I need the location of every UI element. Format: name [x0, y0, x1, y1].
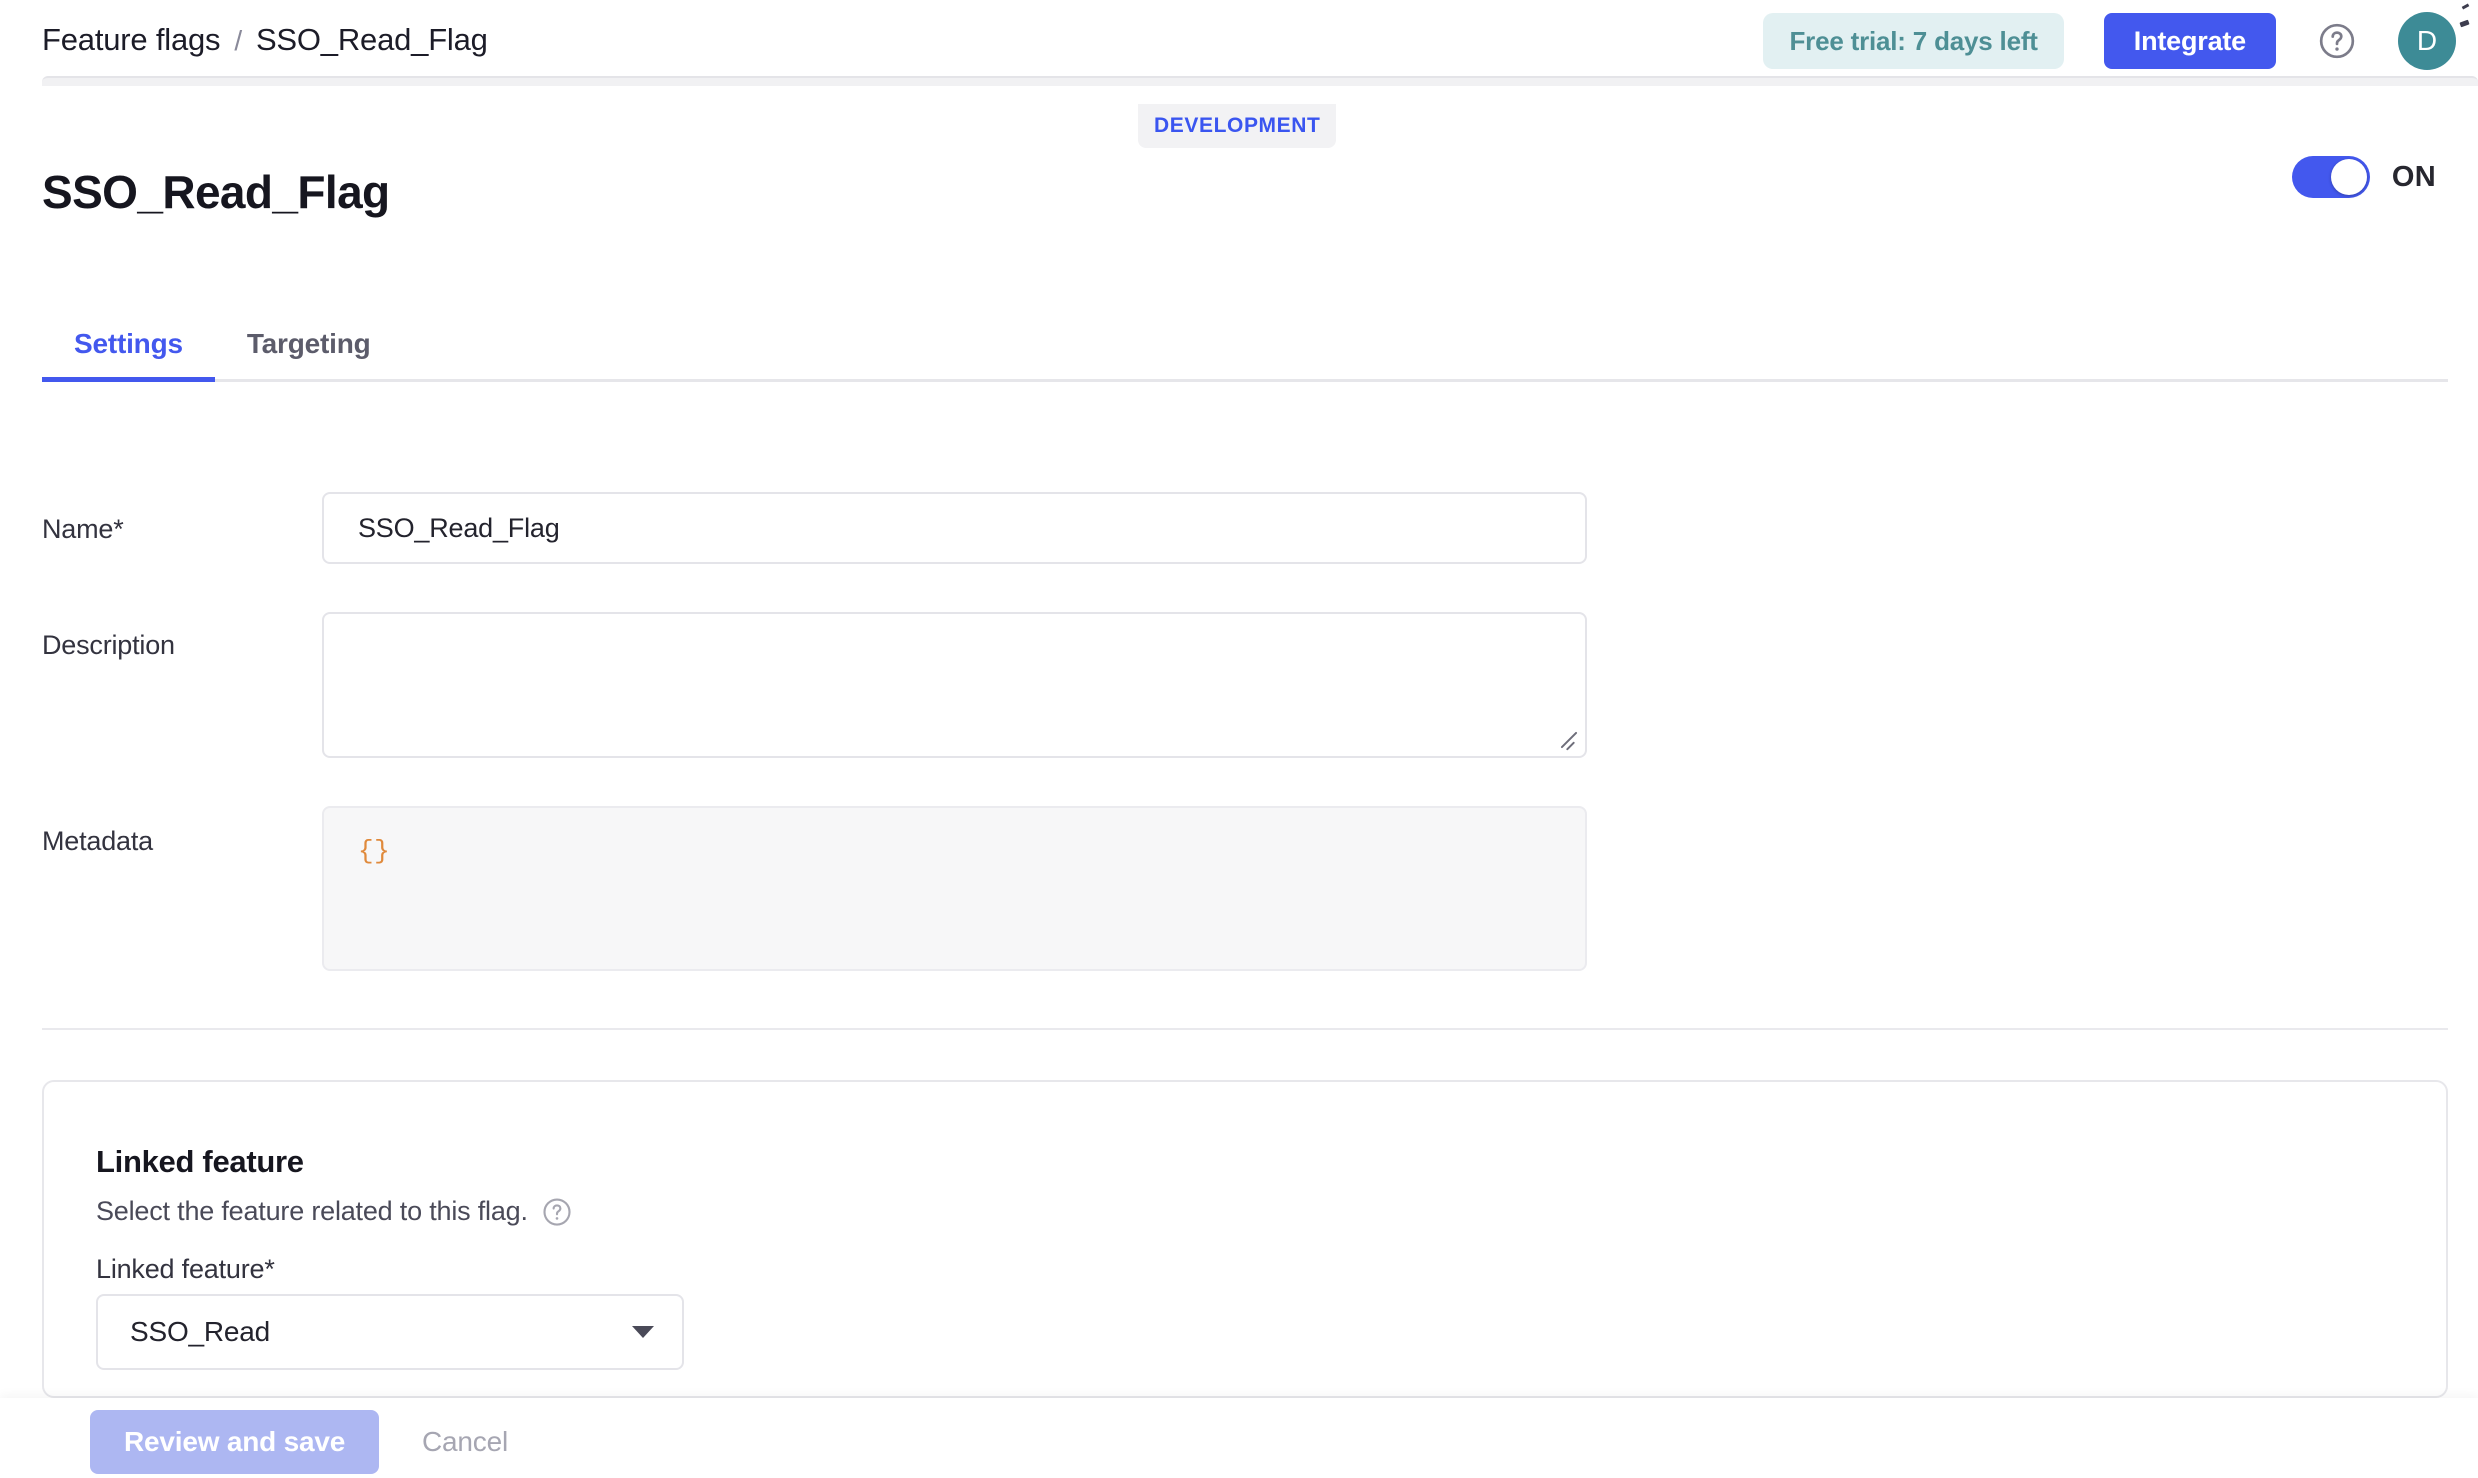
- tab-settings[interactable]: Settings: [42, 302, 215, 382]
- linked-feature-required-marker: *: [264, 1254, 275, 1284]
- toggle-knob: [2330, 159, 2367, 195]
- free-trial-badge[interactable]: Free trial: 7 days left: [1763, 13, 2064, 69]
- flag-enable-toggle[interactable]: [2291, 156, 2370, 198]
- header-actions: Free trial: 7 days left Integrate D: [1763, 12, 2456, 70]
- review-and-save-button[interactable]: Review and save: [90, 1410, 380, 1474]
- name-label-text: Name: [42, 514, 114, 544]
- page-title: SSO_Read_Flag: [42, 166, 390, 218]
- name-field-row: Name*: [42, 492, 2448, 564]
- breadcrumb-feature-flags-link[interactable]: Feature flags: [42, 22, 221, 58]
- name-required-marker: *: [113, 514, 124, 544]
- name-input[interactable]: [322, 492, 1587, 564]
- description-textarea[interactable]: [322, 612, 1587, 758]
- section-divider: [42, 1028, 2448, 1030]
- chevron-down-icon: [632, 1326, 654, 1338]
- metadata-field-row: Metadata {}: [42, 806, 2448, 971]
- breadcrumb-separator: /: [234, 25, 242, 56]
- cursor-edge-marker: [2456, 2, 2476, 36]
- integrate-button[interactable]: Integrate: [2103, 13, 2276, 69]
- metadata-value: {}: [358, 836, 391, 866]
- metadata-label: Metadata: [42, 826, 153, 856]
- top-header-bar: Feature flags / SSO_Read_Flag Free trial…: [0, 0, 2478, 80]
- linked-feature-field-label: Linked feature*: [96, 1254, 275, 1285]
- breadcrumb-current-flag: SSO_Read_Flag: [255, 22, 488, 57]
- linked-feature-help-icon[interactable]: [542, 1197, 572, 1227]
- linked-feature-field-label-text: Linked feature: [96, 1254, 265, 1284]
- feature-flag-settings-page: Feature flags / SSO_Read_Flag Free trial…: [0, 0, 2478, 1478]
- linked-feature-selected-value: SSO_Read: [130, 1316, 271, 1347]
- tab-targeting[interactable]: Targeting: [215, 302, 403, 379]
- breadcrumb: Feature flags / SSO_Read_Flag: [42, 22, 488, 58]
- linked-feature-card: Linked feature Select the feature relate…: [42, 1080, 2448, 1398]
- description-field-row: Description: [42, 612, 2448, 758]
- linked-feature-card-title: Linked feature: [96, 1144, 304, 1179]
- environment-badge: DEVELOPMENT: [1138, 104, 1337, 148]
- tab-bar: Settings Targeting: [42, 302, 2448, 382]
- avatar[interactable]: D: [2398, 12, 2456, 70]
- flag-enable-toggle-group: ON: [2291, 156, 2436, 198]
- linked-feature-select[interactable]: SSO_Read: [96, 1294, 684, 1370]
- metadata-editor[interactable]: {}: [322, 806, 1587, 971]
- description-label: Description: [42, 630, 175, 660]
- header-bottom-edge: [42, 76, 2478, 86]
- name-label: Name*: [42, 514, 124, 545]
- linked-feature-card-subtitle: Select the feature related to this flag.: [96, 1196, 572, 1227]
- form-action-footer: Review and save Cancel: [0, 1398, 2478, 1478]
- help-icon[interactable]: [2318, 22, 2356, 60]
- toggle-state-label: ON: [2391, 160, 2436, 193]
- cancel-button[interactable]: Cancel: [404, 1410, 526, 1474]
- linked-feature-subtitle-text: Select the feature related to this flag.: [96, 1196, 528, 1226]
